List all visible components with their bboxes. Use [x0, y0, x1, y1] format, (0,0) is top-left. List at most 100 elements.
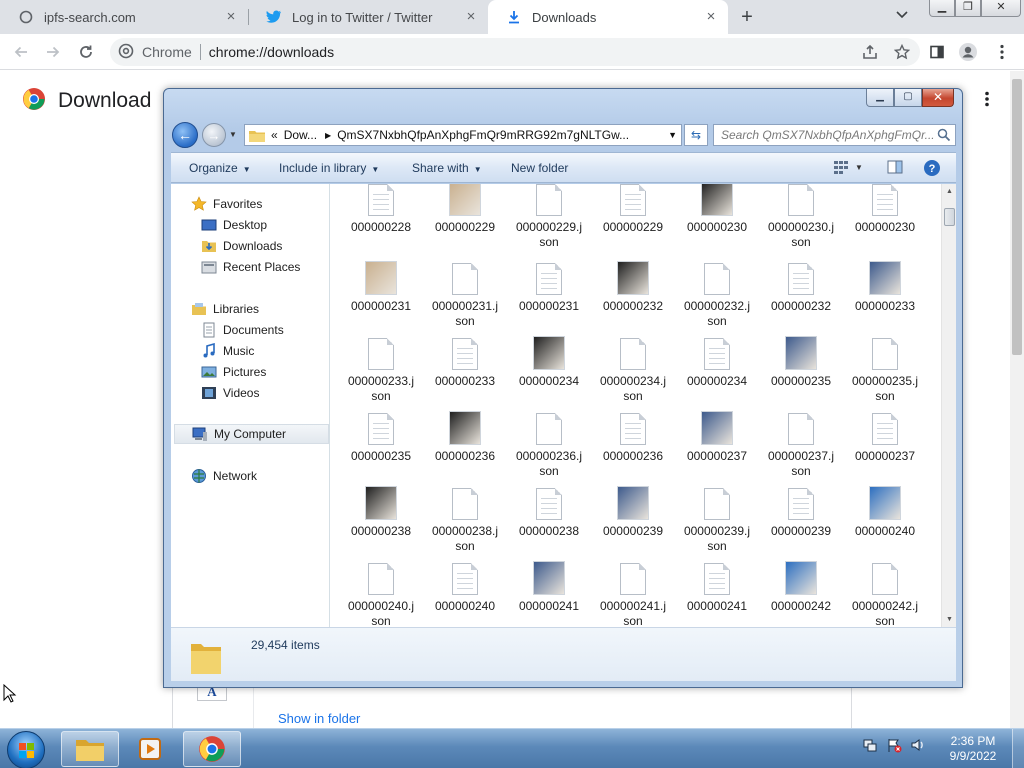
preview-pane-icon[interactable]	[887, 159, 905, 177]
nav-videos[interactable]: Videos	[201, 383, 259, 403]
kebab-menu-icon[interactable]	[992, 42, 1012, 62]
explorer-forward-icon[interactable]: →	[202, 123, 226, 147]
side-panel-icon[interactable]	[927, 42, 947, 62]
file-item[interactable]: 000000238	[341, 484, 421, 539]
page-scrollbar[interactable]	[1010, 71, 1024, 728]
nav-downloads[interactable]: Downloads	[201, 236, 282, 256]
file-item[interactable]: 000000234	[677, 334, 757, 389]
show-in-folder-link[interactable]: Show in folder	[278, 711, 360, 726]
file-item[interactable]: 000000242	[761, 559, 841, 614]
file-item[interactable]: 000000237	[845, 409, 925, 464]
file-item[interactable]: 000000235.json	[845, 334, 925, 404]
tab-downloads[interactable]: Downloads ×	[488, 0, 728, 34]
recent-pages-dropdown-icon[interactable]: ▼	[229, 130, 239, 140]
help-icon[interactable]: ?	[923, 159, 941, 177]
file-item[interactable]: 000000234	[509, 334, 589, 389]
change-view-icon[interactable]	[833, 159, 851, 177]
file-item[interactable]: 000000231	[509, 259, 589, 314]
file-item[interactable]: 000000239	[593, 484, 673, 539]
nav-pictures[interactable]: Pictures	[201, 362, 266, 382]
taskbar-explorer-button[interactable]	[61, 731, 119, 767]
close-window-icon[interactable]: ✕	[981, 0, 1021, 17]
nav-libraries[interactable]: Libraries	[191, 299, 259, 319]
reload-icon[interactable]	[75, 41, 97, 63]
breadcrumb-current-folder[interactable]: QmSX7NxbhQfpAnXphgFmQr9mRRG92m7gNLTGw...	[337, 128, 629, 142]
include-in-library-menu[interactable]: Include in library ▼	[279, 161, 379, 175]
file-item[interactable]: 000000239	[761, 484, 841, 539]
file-item[interactable]: 000000229	[593, 184, 673, 235]
file-item[interactable]: 000000232	[593, 259, 673, 314]
file-list-scrollbar-thumb[interactable]	[944, 208, 955, 226]
nav-music[interactable]: Music	[201, 341, 254, 361]
organize-menu[interactable]: Organize ▼	[189, 161, 251, 175]
share-with-menu[interactable]: Share with ▼	[412, 161, 482, 175]
scroll-up-arrow-icon[interactable]: ▲	[942, 184, 957, 199]
nav-documents[interactable]: Documents	[201, 320, 284, 340]
breadcrumb-downloads[interactable]: Dow...	[284, 128, 317, 142]
file-item[interactable]: 000000239.json	[677, 484, 757, 554]
file-item[interactable]: 000000241.json	[593, 559, 673, 627]
downloads-more-icon[interactable]	[985, 91, 995, 109]
file-item[interactable]: 000000230	[845, 184, 925, 235]
file-item[interactable]: 000000233	[845, 259, 925, 314]
nav-desktop[interactable]: Desktop	[201, 215, 267, 235]
file-list-scrollbar[interactable]: ▲ ▼	[941, 184, 956, 627]
file-item[interactable]: 000000231.json	[425, 259, 505, 329]
breadcrumb-separator-icon[interactable]: ▶	[325, 131, 331, 140]
close-tab-icon[interactable]: ×	[224, 9, 238, 24]
explorer-refresh-icon[interactable]: ⇆	[684, 124, 708, 146]
file-item[interactable]: 000000232	[761, 259, 841, 314]
file-item[interactable]: 000000228	[341, 184, 421, 235]
nav-network[interactable]: Network	[191, 466, 257, 486]
bookmark-star-icon[interactable]	[893, 43, 911, 63]
tab-search-chevron-icon[interactable]	[895, 9, 913, 25]
network-status-icon[interactable]	[862, 737, 878, 753]
file-item[interactable]: 000000236	[425, 409, 505, 464]
file-item[interactable]: 000000234.json	[593, 334, 673, 404]
omnibox[interactable]: Chrome chrome://downloads	[110, 38, 920, 66]
taskbar-media-player-button[interactable]	[121, 731, 179, 767]
file-item[interactable]: 000000236.json	[509, 409, 589, 479]
view-options-dropdown-icon[interactable]: ▼	[855, 159, 873, 177]
nav-recent-places[interactable]: Recent Places	[201, 257, 300, 277]
close-tab-icon[interactable]: ×	[464, 9, 478, 24]
file-item[interactable]: 000000242.json	[845, 559, 925, 627]
file-item[interactable]: 000000229	[425, 184, 505, 235]
explorer-minimize-icon[interactable]: ▁	[866, 89, 894, 107]
explorer-address-bar[interactable]: « Dow... ▶ QmSX7NxbhQfpAnXphgFmQr9mRRG92…	[244, 124, 682, 146]
minimize-icon[interactable]: ▁	[929, 0, 955, 17]
file-item[interactable]: 000000230	[677, 184, 757, 235]
file-item[interactable]: 000000231	[341, 259, 421, 314]
address-dropdown-icon[interactable]: ▼	[668, 130, 677, 140]
file-item[interactable]: 000000233.json	[341, 334, 421, 404]
file-item[interactable]: 000000237.json	[761, 409, 841, 479]
taskbar-chrome-button[interactable]	[183, 731, 241, 767]
breadcrumb-overflow[interactable]: «	[271, 128, 278, 142]
file-item[interactable]: 000000236	[593, 409, 673, 464]
forward-arrow-icon[interactable]	[42, 41, 64, 63]
explorer-back-icon[interactable]: ←	[172, 122, 198, 148]
start-button[interactable]	[7, 731, 45, 768]
nav-my-computer[interactable]: My Computer	[174, 424, 329, 444]
file-item[interactable]: 000000233	[425, 334, 505, 389]
speaker-volume-icon[interactable]	[910, 737, 926, 753]
action-center-flag-icon[interactable]	[886, 737, 902, 753]
share-icon[interactable]	[862, 44, 878, 63]
new-folder-button[interactable]: New folder	[511, 161, 568, 175]
file-item[interactable]: 000000237	[677, 409, 757, 464]
file-item[interactable]: 000000230.json	[761, 184, 841, 250]
close-tab-icon[interactable]: ×	[704, 9, 718, 24]
explorer-close-icon[interactable]: ✕	[922, 89, 954, 107]
file-item[interactable]: 000000238	[509, 484, 589, 539]
scroll-down-arrow-icon[interactable]: ▼	[942, 612, 957, 627]
file-item[interactable]: 000000238.json	[425, 484, 505, 554]
profile-avatar-icon[interactable]	[958, 42, 978, 62]
nav-favorites[interactable]: Favorites	[191, 194, 262, 214]
show-desktop-button[interactable]	[1012, 729, 1024, 768]
file-item[interactable]: 000000235	[761, 334, 841, 389]
page-scrollbar-thumb[interactable]	[1012, 79, 1022, 355]
file-item[interactable]: 000000241	[509, 559, 589, 614]
file-item[interactable]: 000000232.json	[677, 259, 757, 329]
file-item[interactable]: 000000229.json	[509, 184, 589, 250]
taskbar-clock[interactable]: 2:36 PM 9/9/2022	[940, 734, 1006, 764]
